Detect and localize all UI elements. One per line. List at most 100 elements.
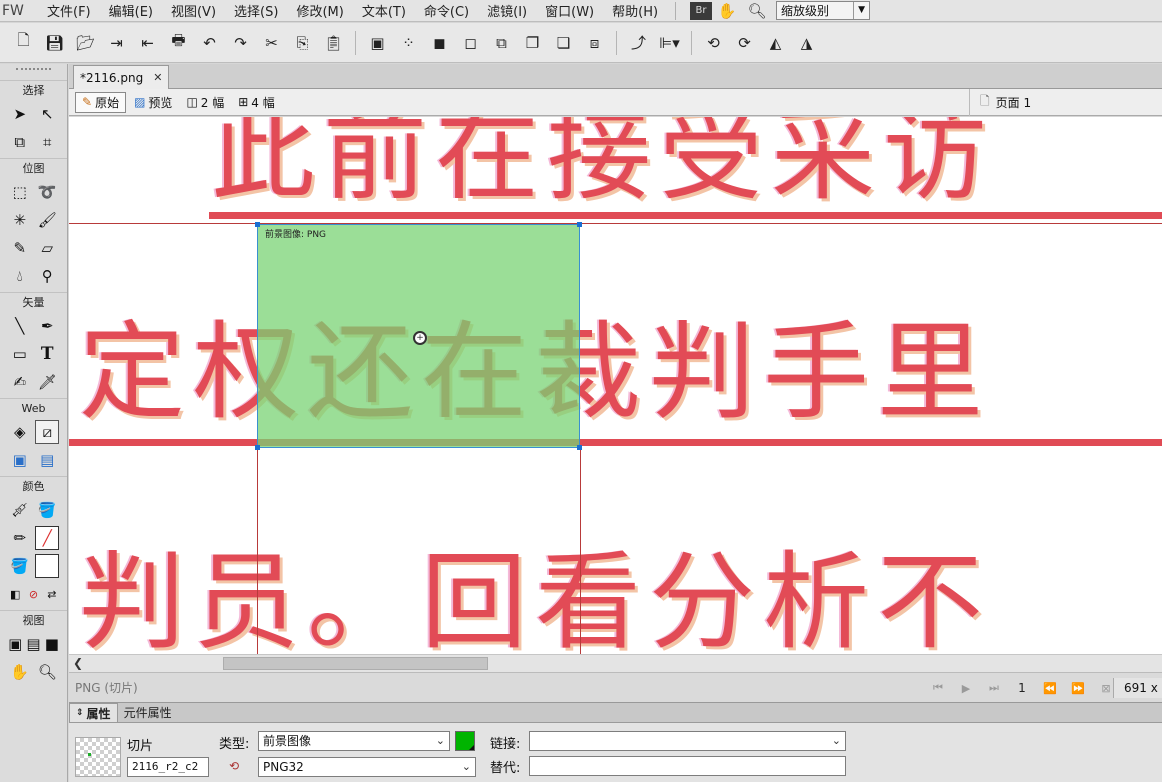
subselect-tool-icon[interactable]: ↖ (35, 102, 59, 126)
stroke-color-icon[interactable]: ✏ (8, 526, 32, 550)
menu-commands[interactable]: 命令(C) (415, 1, 478, 20)
freeform-tool-icon[interactable]: ✍ (8, 370, 32, 394)
default-colors-icon[interactable]: ◧ (6, 582, 24, 606)
prev-frame-icon[interactable]: ⏪ (1036, 682, 1064, 695)
view-4up-button[interactable]: ⊞ 4 幅 (232, 92, 281, 113)
rectangle-tool-icon[interactable]: ▭ (8, 342, 32, 366)
optimize-icon[interactable]: ⟲ (229, 759, 239, 773)
web-slice[interactable]: 前景图像: PNG + (255, 222, 582, 450)
save-icon[interactable]: 💾︎ (39, 29, 70, 57)
menu-window[interactable]: 窗口(W) (536, 1, 603, 20)
swap-colors-icon[interactable]: ⇄ (43, 582, 61, 606)
close-icon[interactable]: ✕ (153, 71, 162, 84)
menu-modify[interactable]: 修改(M) (287, 1, 352, 20)
new-file-icon[interactable]: 🗋 (8, 29, 39, 57)
stamp-tool-icon[interactable]: ⚲ (35, 264, 59, 288)
eraser-tool-icon[interactable]: ▱ (35, 236, 59, 260)
flip-horizontal-icon[interactable]: ◭ (760, 29, 791, 57)
first-frame-icon[interactable]: ⏮ (924, 681, 952, 695)
pointer-tool-icon[interactable]: ➤ (8, 102, 32, 126)
document-canvas[interactable]: 此前在接受采访 定权还在裁判手里 判员。回看分析不 前景图像: PNG + (69, 117, 1162, 654)
format-select[interactable]: PNG32 ⌄ (258, 757, 476, 777)
play-icon[interactable]: ▶ (952, 682, 980, 695)
rotate-left-icon[interactable]: ⟲ (698, 29, 729, 57)
line-tool-icon[interactable]: ╲ (8, 314, 32, 338)
print-icon[interactable]: 🖶 (163, 29, 194, 57)
align-icon[interactable]: ⊫▾ (654, 29, 685, 57)
ungroup-icon[interactable]: ⁘ (393, 29, 424, 57)
bring-front-icon[interactable]: ⧉ (486, 29, 517, 57)
tab-symbol-properties[interactable]: 元件属性 (118, 703, 178, 722)
scale-tool-icon[interactable]: ⧉ (8, 130, 32, 154)
last-frame-icon[interactable]: ⏭ (980, 681, 1008, 695)
combine-icon[interactable]: ◼ (424, 29, 455, 57)
magic-wand-icon[interactable]: ✳ (8, 208, 32, 232)
link-input[interactable]: ⌄ (529, 731, 846, 751)
cut-icon[interactable]: ✂ (256, 29, 287, 57)
slice-tool-icon[interactable]: ⧄ (35, 420, 60, 444)
zoom-tool-icon[interactable]: 🔍︎ (35, 660, 59, 684)
zoom-level-select[interactable]: 缩放级别 ▼ (776, 1, 871, 20)
page-selector[interactable]: 🗋 页面 1 (969, 89, 1031, 116)
paste-icon[interactable]: 📋︎ (318, 29, 349, 57)
lasso-tool-icon[interactable]: ➰ (35, 180, 59, 204)
knife-tool-icon[interactable]: 🗡︎ (35, 370, 59, 394)
copy-icon[interactable]: ⎘ (287, 29, 318, 57)
hotspot-tool-icon[interactable]: ◈ (8, 420, 32, 444)
paint-bucket-icon[interactable]: 🪣 (35, 498, 59, 522)
menu-file[interactable]: 文件(F) (38, 1, 100, 20)
flip-vertical-icon[interactable]: ◮ (791, 29, 822, 57)
eyedropper-tool-icon[interactable]: 💉︎ (8, 498, 32, 522)
horizontal-scrollbar[interactable]: ❮ (69, 654, 1162, 672)
slice-handle-br[interactable] (577, 445, 582, 450)
group-icon[interactable]: ▣ (362, 29, 393, 57)
slice-name-input[interactable]: 2116_r2_c2 (127, 757, 209, 777)
stroke-swatch-icon[interactable]: ╱ (35, 526, 60, 550)
view-2up-button[interactable]: ◫ 2 幅 (180, 92, 230, 113)
alt-input[interactable] (529, 756, 846, 776)
text-tool-icon[interactable]: T (35, 342, 59, 366)
hide-slices-icon[interactable]: ▣ (8, 448, 32, 472)
fill-color-icon[interactable]: 🪣 (8, 554, 32, 578)
next-frame-icon[interactable]: ⏩ (1064, 682, 1092, 695)
menu-edit[interactable]: 编辑(E) (100, 1, 162, 20)
standard-screen-icon[interactable]: ▣ (6, 632, 24, 656)
send-back-icon[interactable]: ⧈ (579, 29, 610, 57)
pointer-effect-icon[interactable]: ⤴ (623, 29, 654, 57)
split-icon[interactable]: ◻ (455, 29, 486, 57)
bridge-button[interactable]: Br (690, 1, 713, 20)
rotate-right-icon[interactable]: ⟳ (729, 29, 760, 57)
view-preview-button[interactable]: ▨ 预览 (128, 92, 178, 113)
hand-icon[interactable]: ✋ (712, 2, 742, 20)
pencil-tool-icon[interactable]: ✎ (8, 236, 32, 260)
fill-swatch-icon[interactable] (35, 554, 60, 578)
menu-help[interactable]: 帮助(H) (603, 1, 667, 20)
panel-grip[interactable] (16, 68, 51, 78)
menu-text[interactable]: 文本(T) (353, 1, 415, 20)
bring-forward-icon[interactable]: ❐ (517, 29, 548, 57)
tab-document[interactable]: *2116.png ✕ (73, 65, 169, 89)
import-icon[interactable]: ⇥ (101, 29, 132, 57)
slice-handle-bl[interactable] (255, 445, 260, 450)
open-folder-icon[interactable]: 📂︎ (70, 29, 101, 57)
brush-tool-icon[interactable]: 🖌︎ (35, 208, 59, 232)
send-backward-icon[interactable]: ❏ (548, 29, 579, 57)
marquee-tool-icon[interactable]: ⬚ (8, 180, 32, 204)
slice-handle-tr[interactable] (577, 222, 582, 227)
undo-icon[interactable]: ↶ (194, 29, 225, 57)
full-screen-menu-icon[interactable]: ▤ (24, 632, 42, 656)
show-slices-icon[interactable]: ▤ (35, 448, 59, 472)
pen-tool-icon[interactable]: ✒ (35, 314, 59, 338)
scroll-left-icon[interactable]: ❮ (73, 656, 83, 670)
slice-handle-tl[interactable] (255, 222, 260, 227)
export-icon[interactable]: ⇤ (132, 29, 163, 57)
no-color-icon[interactable]: ⊘ (24, 582, 42, 606)
hand-tool-icon[interactable]: ✋ (8, 660, 32, 684)
menu-select[interactable]: 选择(S) (225, 1, 287, 20)
zoom-icon[interactable]: 🔍︎ (742, 2, 772, 20)
type-select[interactable]: 前景图像 ⌄ (258, 731, 450, 751)
scrollbar-thumb[interactable] (223, 657, 488, 670)
blur-tool-icon[interactable]: 💧︎ (8, 264, 32, 288)
view-original-button[interactable]: ✎ 原始 (75, 91, 127, 113)
tab-properties[interactable]: ⇕ 属性 (69, 703, 118, 722)
